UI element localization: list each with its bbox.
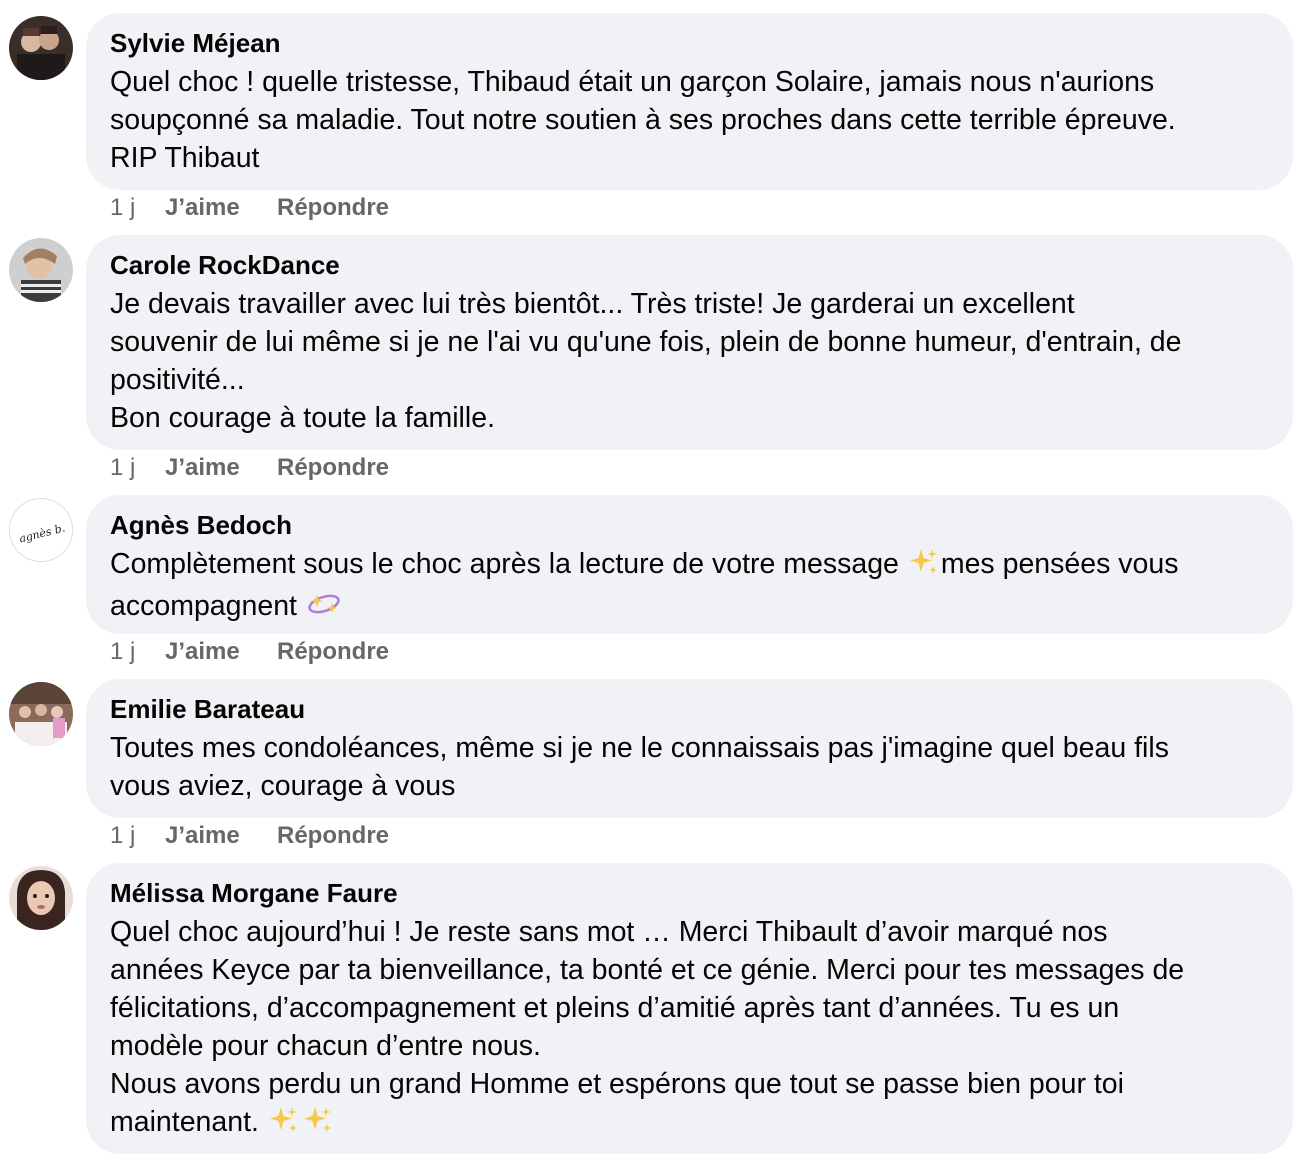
comment-line: RIP Thibaut (110, 142, 260, 174)
sparkles-icon (909, 547, 939, 587)
comment-line: mes pensées vous (940, 548, 1179, 580)
comment-line: Je devais travailler avec lui très bient… (110, 288, 1075, 320)
comment-actions: 1 j J’aime Répondre (110, 193, 389, 223)
comment-timestamp[interactable]: 1 j (110, 821, 165, 851)
like-button[interactable]: J’aime (165, 453, 277, 483)
comment-line: soupçonné sa maladie. Tout notre soutien… (110, 104, 1176, 136)
reply-button[interactable]: Répondre (277, 821, 389, 851)
comment-line: souvenir de lui même si je ne l'ai vu qu… (110, 326, 1182, 358)
comment-line: maintenant. (110, 1106, 267, 1138)
comment-text: Quel choc ! quelle tristesse, Thibaud ét… (110, 63, 1269, 177)
comment-actions: 1 j J’aime Répondre (110, 453, 389, 483)
sparkles-icon (303, 1105, 333, 1145)
comment-line: Complètement sous le choc après la lectu… (110, 548, 907, 580)
comment-bubble: Carole RockDance Je devais travailler av… (86, 235, 1293, 450)
comment-line: positivité... (110, 364, 245, 396)
comment-line: modèle pour chacun d’entre nous. (110, 1030, 541, 1062)
comment-author[interactable]: Mélissa Morgane Faure (110, 878, 1269, 908)
comment-timestamp[interactable]: 1 j (110, 453, 165, 483)
like-button[interactable]: J’aime (165, 637, 277, 667)
like-button[interactable]: J’aime (165, 193, 277, 223)
avatar-photo (9, 16, 73, 80)
avatar[interactable] (9, 682, 73, 746)
comment-text: Complètement sous le choc après la lectu… (110, 545, 1269, 629)
comment-actions: 1 j J’aime Répondre (110, 637, 389, 667)
comment-actions: 1 j J’aime Répondre (110, 821, 389, 851)
comment-line: Toutes mes condoléances, même si je ne l… (110, 732, 1169, 764)
comment-line: accompagnent (110, 590, 305, 622)
dizzy-icon (307, 589, 341, 629)
avatar-photo (9, 866, 73, 930)
comment-text: Toutes mes condoléances, même si je ne l… (110, 729, 1269, 805)
comment-author[interactable]: Agnès Bedoch (110, 510, 1269, 540)
comment-line: vous aviez, courage à vous (110, 770, 456, 802)
comment-author[interactable]: Sylvie Méjean (110, 28, 1269, 58)
comment-line: Bon courage à toute la famille. (110, 402, 495, 434)
comment-bubble: Sylvie Méjean Quel choc ! quelle tristes… (86, 13, 1293, 190)
reply-button[interactable]: Répondre (277, 453, 389, 483)
comment-line: Quel choc ! quelle tristesse, Thibaud ét… (110, 66, 1155, 98)
comment-bubble: Emilie Barateau Toutes mes condoléances,… (86, 679, 1293, 818)
avatar[interactable] (9, 866, 73, 930)
comment-text: Je devais travailler avec lui très bient… (110, 285, 1269, 437)
comment-timestamp[interactable]: 1 j (110, 193, 165, 223)
reply-button[interactable]: Répondre (277, 637, 389, 667)
comment-author[interactable]: Carole RockDance (110, 250, 1269, 280)
avatar-photo (9, 682, 73, 746)
comment-line: Nous avons perdu un grand Homme et espér… (110, 1068, 1124, 1100)
avatar[interactable]: agnès b. (9, 498, 73, 562)
avatar-photo (9, 238, 73, 302)
comment-bubble: Agnès Bedoch Complètement sous le choc a… (86, 495, 1293, 634)
comment-line: années Keyce par ta bienveillance, ta bo… (110, 954, 1185, 986)
comment-text: Quel choc aujourd’hui ! Je reste sans mo… (110, 913, 1269, 1145)
comment-author[interactable]: Emilie Barateau (110, 694, 1269, 724)
avatar[interactable] (9, 16, 73, 80)
avatar-logo: agnès b. (10, 499, 72, 561)
comment-line: félicitations, d’accompagnement et plein… (110, 992, 1120, 1024)
like-button[interactable]: J’aime (165, 821, 277, 851)
reply-button[interactable]: Répondre (277, 193, 389, 223)
sparkles-icon (269, 1105, 299, 1145)
comment-bubble: Mélissa Morgane Faure Quel choc aujourd’… (86, 863, 1293, 1154)
comment-line: Quel choc aujourd’hui ! Je reste sans mo… (110, 916, 1108, 948)
avatar[interactable] (9, 238, 73, 302)
comment-timestamp[interactable]: 1 j (110, 637, 165, 667)
